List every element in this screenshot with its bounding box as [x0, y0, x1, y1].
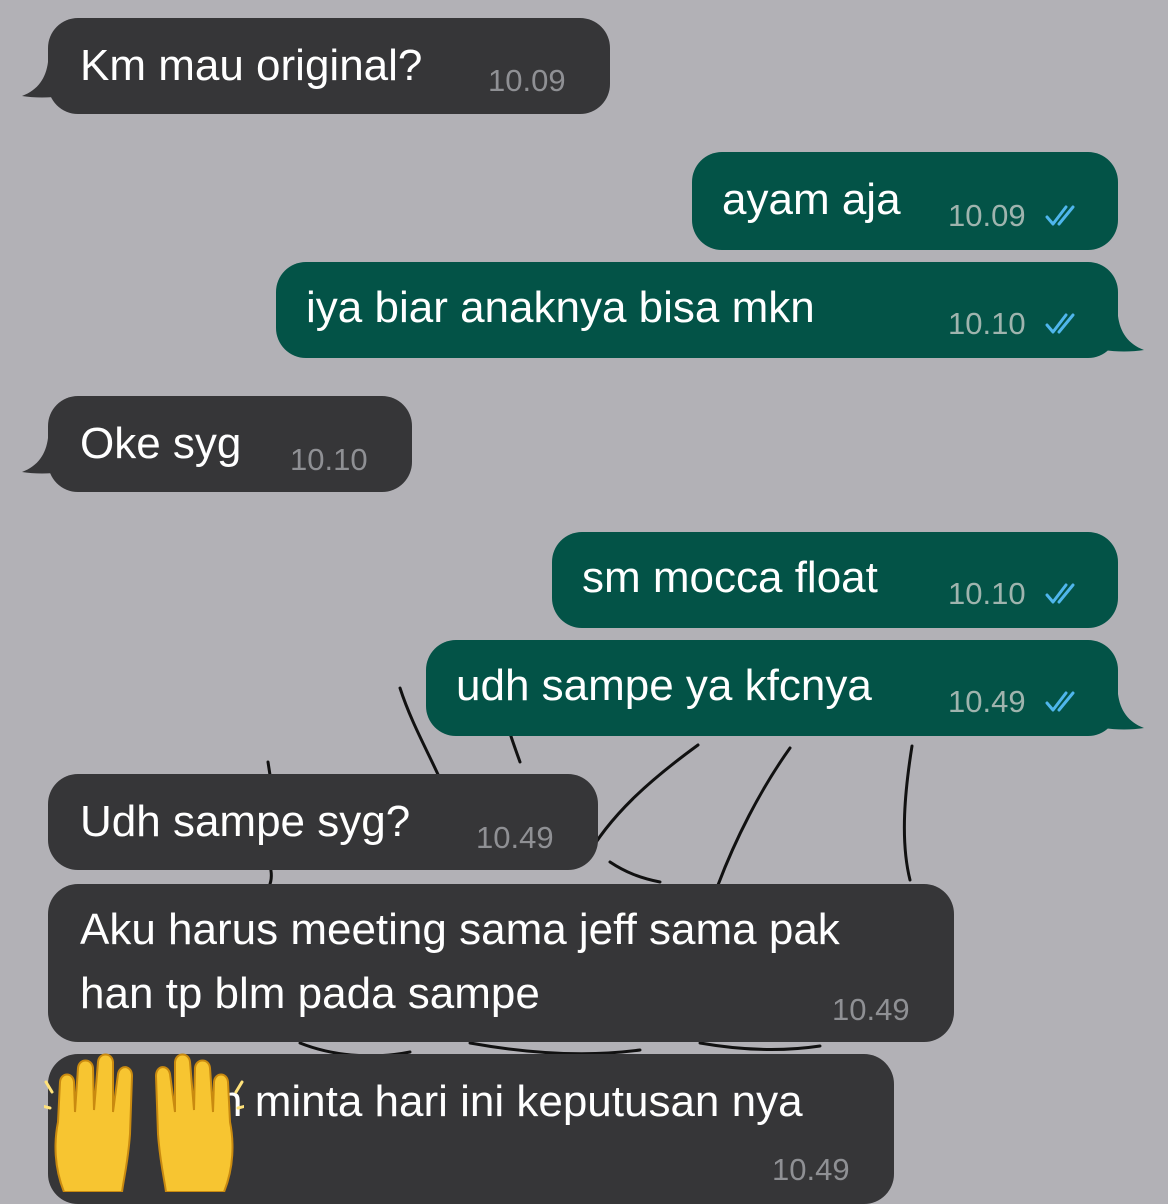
message-timestamp: 10.49 — [476, 820, 554, 855]
message-text: n minta hari ini keputusan nya — [218, 1077, 803, 1126]
message-timestamp: 10.49 — [948, 684, 1026, 719]
message-timestamp: 10.49 — [772, 1152, 850, 1187]
message-timestamp: 10.09 — [488, 63, 566, 98]
message-text: ayam aja — [722, 175, 901, 224]
message-text: sm mocca float — [582, 553, 878, 602]
bubble-tail — [22, 438, 62, 474]
chat-area: Km mau original? 10.09 ayam aja 10.09 iy… — [0, 0, 1168, 1204]
message-timestamp: 10.10 — [948, 576, 1026, 611]
message-bubble-incoming[interactable]: Udh sampe syg? 10.49 — [48, 774, 598, 870]
bubble-tail — [1104, 694, 1144, 730]
message-text: Km mau original? — [80, 41, 423, 90]
message-bubble-outgoing[interactable]: udh sampe ya kfcnya 10.49 — [426, 640, 1118, 736]
message-text-line: Aku harus meeting sama jeff sama pak — [80, 905, 840, 954]
double-check-icon — [1045, 691, 1075, 712]
message-timestamp: 10.09 — [948, 198, 1026, 233]
double-check-icon — [1045, 583, 1075, 604]
bubble-tail — [22, 62, 62, 98]
message-text-line: han tp blm pada sampe — [80, 969, 540, 1018]
message-timestamp: 10.10 — [290, 442, 368, 477]
message-bubble-outgoing[interactable]: sm mocca float 10.10 — [552, 532, 1118, 628]
double-check-icon — [1045, 313, 1075, 334]
message-bubble-incoming[interactable]: Km mau original? 10.09 — [48, 18, 610, 114]
message-bubble-incoming[interactable]: Oke syg 10.10 — [48, 396, 412, 492]
message-timestamp: 10.10 — [948, 306, 1026, 341]
message-bubble-incoming[interactable]: Aku harus meeting sama jeff sama pak han… — [48, 884, 954, 1042]
message-text: udh sampe ya kfcnya — [456, 661, 872, 710]
message-text: Udh sampe syg? — [80, 797, 411, 846]
message-bubble-outgoing[interactable]: iya biar anaknya bisa mkn 10.10 — [276, 262, 1118, 358]
message-timestamp: 10.49 — [832, 992, 910, 1027]
message-text: iya biar anaknya bisa mkn — [306, 283, 815, 332]
message-text: Oke syg — [80, 419, 242, 468]
double-check-icon — [1045, 205, 1075, 226]
raising-hands-emoji-icon — [44, 1053, 244, 1192]
message-bubble-outgoing[interactable]: ayam aja 10.09 — [692, 152, 1118, 250]
bubble-tail — [1104, 316, 1144, 352]
